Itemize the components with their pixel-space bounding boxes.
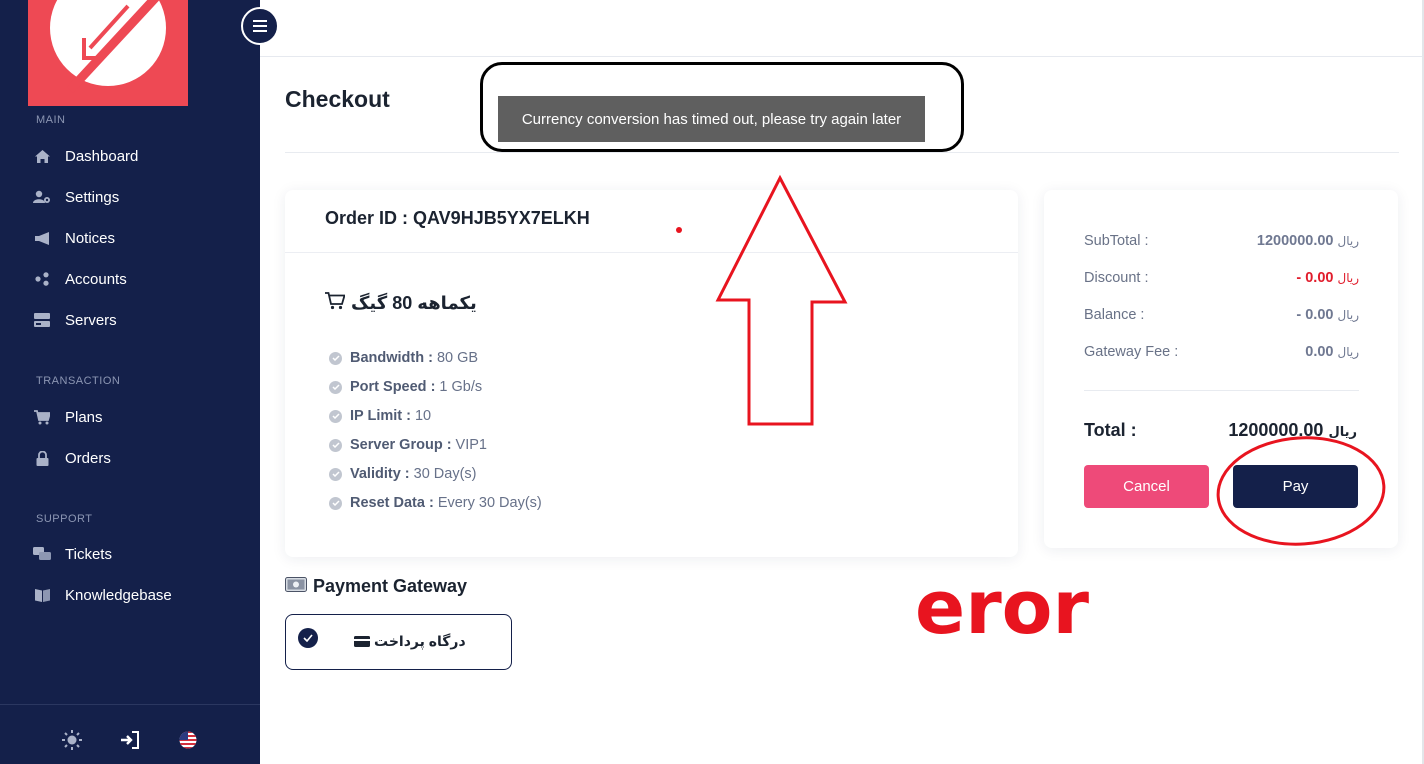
logo-arrows-icon: [66, 0, 160, 94]
order-card-header: Order ID : QAV9HJB5YX7ELKH: [285, 190, 1018, 253]
sidebar: MAIN Dashboard Settings Notices Accounts…: [0, 0, 260, 764]
user-gear-icon: [33, 188, 51, 206]
menu-toggle-button[interactable]: [241, 7, 279, 45]
sidebar-item-orders[interactable]: Orders: [33, 444, 253, 472]
payment-gateway-label: درگاه پرداخت: [354, 633, 466, 650]
page-title: Checkout: [285, 86, 390, 112]
discount-row: Discount : - 0.00 ریال: [1084, 270, 1359, 286]
subtotal-row: SubTotal : 1200000.00 ریال: [1084, 233, 1359, 249]
feature-reset-data: Reset Data : Every 30 Day(s): [329, 493, 542, 513]
feature-port-speed: Port Speed :1 Gb/s: [329, 377, 482, 397]
sidebar-item-accounts[interactable]: Accounts: [33, 265, 253, 293]
cart-icon: [33, 408, 51, 426]
sidebar-item-knowledgebase[interactable]: Knowledgebase: [33, 581, 253, 609]
feature-validity: Validity :30 Day(s): [329, 464, 477, 484]
balance-row: Balance : - 0.00 ریال: [1084, 307, 1359, 323]
sidebar-footer: [0, 704, 260, 764]
sidebar-item-label: Dashboard: [65, 147, 139, 165]
error-toast[interactable]: Currency conversion has timed out, pleas…: [498, 96, 925, 142]
cancel-button[interactable]: Cancel: [1084, 465, 1209, 508]
hamburger-icon: [253, 20, 267, 32]
toast-message: Currency conversion has timed out, pleas…: [521, 110, 902, 128]
lock-icon: [33, 449, 51, 467]
chat-icon: [33, 545, 51, 563]
plan-name: یکماهه 80 گیگ: [325, 292, 477, 315]
section-transaction-title: TRANSACTION: [36, 375, 121, 387]
logo[interactable]: [28, 0, 188, 106]
sidebar-item-label: Orders: [65, 449, 111, 467]
total-row: Total : 1200000.00 ریال: [1084, 420, 1357, 440]
us-flag-icon[interactable]: [177, 729, 199, 751]
check-circle-icon: [329, 351, 342, 365]
megaphone-icon: [33, 229, 51, 247]
check-circle-icon: [329, 438, 342, 452]
sidebar-item-settings[interactable]: Settings: [33, 183, 253, 211]
sidebar-item-servers[interactable]: Servers: [33, 306, 253, 334]
payment-gateway-title: Payment Gateway: [285, 576, 467, 597]
sidebar-item-plans[interactable]: Plans: [33, 403, 253, 431]
check-icon: [298, 628, 318, 648]
section-main-title: MAIN: [36, 114, 66, 126]
sidebar-item-dashboard[interactable]: Dashboard: [33, 142, 253, 170]
sidebar-item-label: Tickets: [65, 545, 112, 563]
annotation-text: eror: [915, 565, 1090, 651]
order-card: Order ID : QAV9HJB5YX7ELKH یکماهه 80 گیگ…: [285, 190, 1018, 557]
sidebar-item-label: Servers: [65, 311, 117, 329]
section-support-title: SUPPORT: [36, 513, 93, 525]
share-nodes-icon: [33, 270, 51, 288]
order-id: Order ID : QAV9HJB5YX7ELKH: [325, 208, 590, 228]
feature-server-group: Server Group : VIP1: [329, 435, 487, 455]
sidebar-item-label: Knowledgebase: [65, 586, 172, 604]
money-bill-icon: [285, 576, 307, 597]
check-circle-icon: [329, 496, 342, 510]
divider: [1084, 390, 1359, 391]
sidebar-item-notices[interactable]: Notices: [33, 224, 253, 252]
cart-icon: [325, 292, 346, 315]
server-icon: [33, 311, 51, 329]
pay-button[interactable]: Pay: [1233, 465, 1358, 508]
gateway-fee-row: Gateway Fee : 0.00 ریال: [1084, 344, 1359, 360]
home-icon: [33, 147, 51, 165]
plan-name-text: یکماهه 80 گیگ: [351, 293, 477, 313]
check-circle-icon: [329, 467, 342, 481]
sun-icon[interactable]: [61, 729, 83, 751]
check-circle-icon: [329, 380, 342, 394]
feature-bandwidth: Bandwidth :80 GB: [329, 348, 478, 368]
sidebar-item-tickets[interactable]: Tickets: [33, 540, 253, 568]
book-icon: [33, 586, 51, 604]
sidebar-item-label: Settings: [65, 188, 120, 206]
sidebar-item-label: Notices: [65, 229, 116, 247]
top-bar: [260, 0, 1424, 57]
check-circle-icon: [329, 409, 342, 423]
payment-gateway-option[interactable]: درگاه پرداخت: [285, 614, 512, 670]
divider: [285, 152, 1399, 153]
sign-in-icon[interactable]: [119, 729, 141, 751]
sidebar-item-label: Accounts: [65, 270, 127, 288]
sidebar-item-label: Plans: [65, 408, 103, 426]
feature-ip-limit: IP Limit :10: [329, 406, 431, 426]
credit-card-icon: [354, 634, 370, 650]
